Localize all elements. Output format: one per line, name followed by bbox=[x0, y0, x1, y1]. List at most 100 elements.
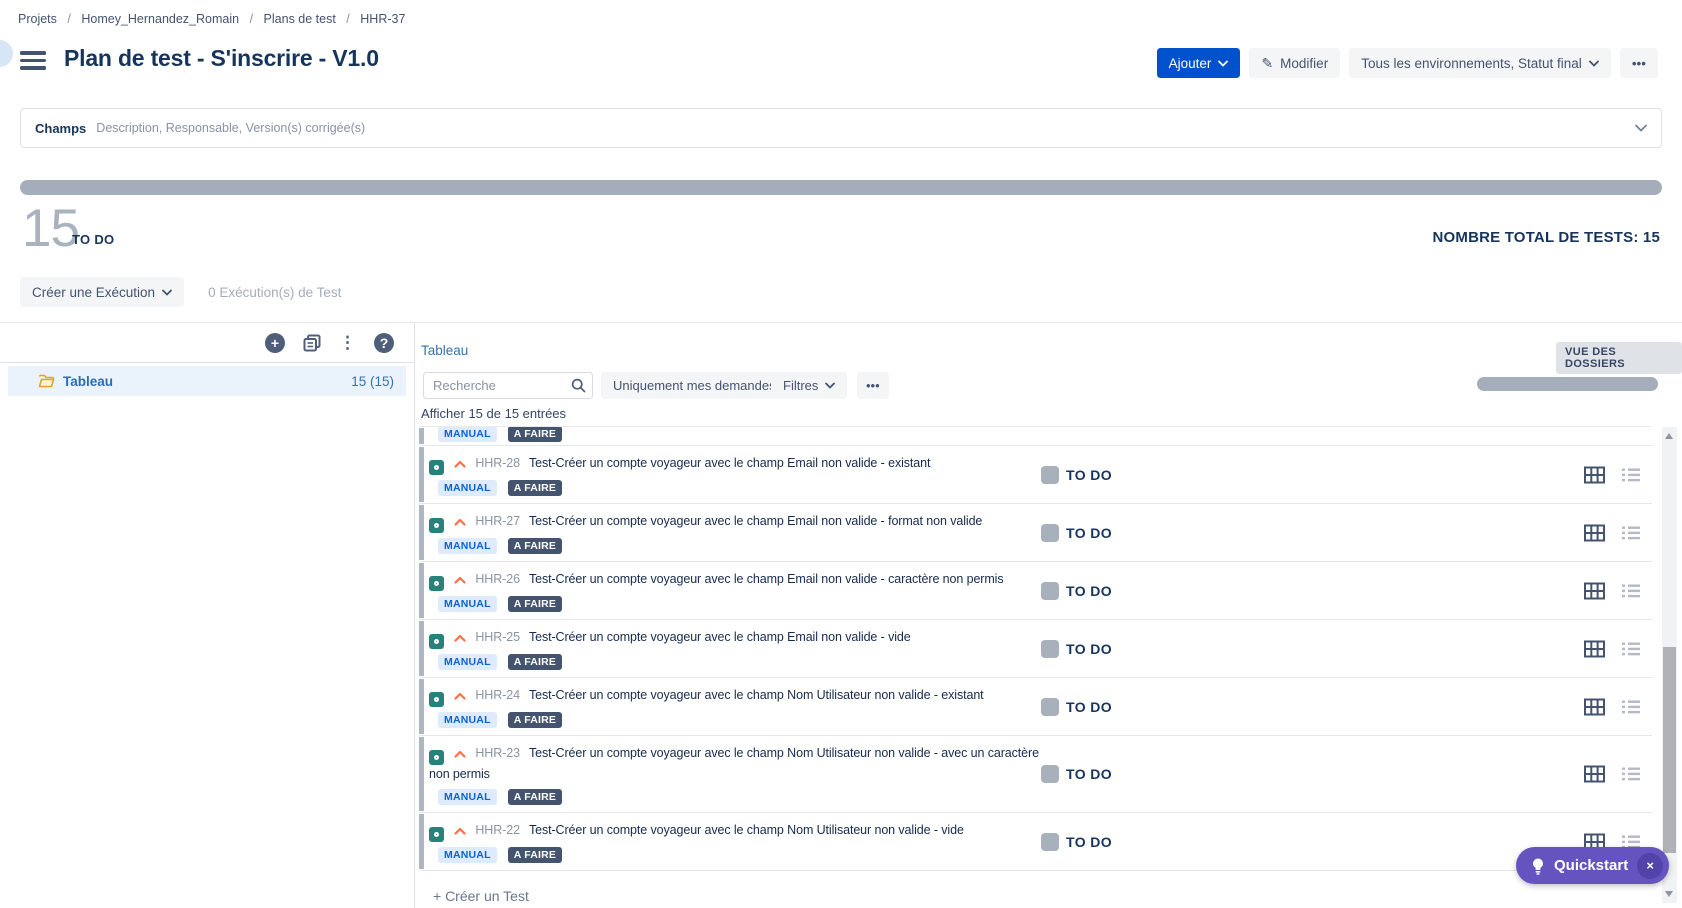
test-steps-list-icon[interactable] bbox=[1622, 699, 1640, 714]
test-status-progress-bar bbox=[20, 180, 1662, 195]
add-folder-icon[interactable]: + bbox=[265, 333, 285, 353]
fields-panel-toggle[interactable]: Champs Description, Responsable, Version… bbox=[20, 108, 1662, 148]
table-row[interactable]: HHR-22 Test-Créer un compte voyageur avec… bbox=[419, 813, 1652, 871]
table-row[interactable]: HHR-28 Test-Créer un compte voyageur avec… bbox=[419, 446, 1652, 504]
table-row-partial[interactable]: MANUAL A FAIRE bbox=[419, 427, 1652, 446]
environments-filter-button[interactable]: Tous les environnements, Statut final bbox=[1349, 48, 1611, 78]
folder-icon bbox=[38, 374, 55, 388]
header-more-button[interactable]: ••• bbox=[1620, 48, 1658, 78]
badge-line: MANUAL A FAIRE bbox=[438, 480, 1472, 496]
executions-row: Créer une Exécution 0 Exécution(s) de Te… bbox=[20, 277, 341, 307]
sidebar-toolbar: + ⋮ ? bbox=[0, 323, 414, 363]
scrollbar-thumb[interactable] bbox=[1663, 647, 1676, 853]
filters-button[interactable]: Filtres bbox=[771, 372, 847, 399]
row-actions bbox=[1584, 640, 1640, 657]
test-summary-line: HHR-23Test-Créer un compte voyageur avec… bbox=[429, 744, 1049, 784]
panel-more-button[interactable]: ••• bbox=[857, 372, 889, 399]
table-row[interactable]: HHR-26 Test-Créer un compte voyageur avec… bbox=[419, 562, 1652, 620]
entries-info: Afficher 15 de 15 entrées bbox=[421, 406, 566, 421]
test-details-grid-icon[interactable] bbox=[1584, 466, 1605, 483]
badge-line: MANUAL A FAIRE bbox=[438, 847, 1472, 863]
todo-count-label: TO DO bbox=[72, 232, 114, 247]
search-input[interactable] bbox=[423, 372, 593, 399]
test-key[interactable]: HHR-28 bbox=[475, 456, 520, 470]
scroll-down-arrow-icon[interactable] bbox=[1665, 891, 1673, 897]
test-details-grid-icon[interactable] bbox=[1584, 640, 1605, 657]
badge-line: MANUAL A FAIRE bbox=[438, 654, 1472, 670]
priority-high-icon bbox=[454, 692, 466, 700]
table-row[interactable]: HHR-23Test-Créer un compte voyageur avec… bbox=[419, 736, 1652, 813]
test-key[interactable]: HHR-25 bbox=[475, 630, 520, 644]
chevron-down-icon[interactable] bbox=[1635, 119, 1647, 137]
menu-hamburger-icon[interactable] bbox=[20, 51, 46, 70]
status-label: TO DO bbox=[1066, 525, 1112, 541]
status-icon bbox=[1041, 466, 1059, 484]
status-icon bbox=[1041, 833, 1059, 851]
edit-button[interactable]: ✎ Modifier bbox=[1249, 48, 1340, 78]
kebab-menu-icon[interactable]: ⋮ bbox=[339, 334, 356, 351]
priority-high-icon bbox=[454, 576, 466, 584]
manual-test-icon bbox=[429, 460, 444, 475]
a-faire-badge: A FAIRE bbox=[508, 480, 562, 496]
folder-name: Tableau bbox=[63, 374, 351, 389]
status-icon bbox=[1041, 765, 1059, 783]
test-summary[interactable]: Test-Créer un compte voyageur avec le ch… bbox=[529, 572, 1004, 586]
test-key[interactable]: HHR-23 bbox=[475, 746, 520, 760]
create-test-link[interactable]: + Créer un Test bbox=[419, 871, 1652, 904]
manual-badge: MANUAL bbox=[438, 712, 497, 728]
chevron-down-icon bbox=[162, 289, 172, 296]
breadcrumb-project[interactable]: Homey_Hernandez_Romain bbox=[81, 12, 239, 26]
test-details-grid-icon[interactable] bbox=[1584, 582, 1605, 599]
table-row[interactable]: HHR-24 Test-Créer un compte voyageur avec… bbox=[419, 678, 1652, 736]
breadcrumb-test-plans[interactable]: Plans de test bbox=[264, 12, 336, 26]
folders-view-button[interactable]: VUE DES DOSSIERS bbox=[1556, 342, 1682, 374]
test-steps-list-icon[interactable] bbox=[1622, 525, 1640, 540]
test-steps-list-icon[interactable] bbox=[1622, 583, 1640, 598]
manual-badge: MANUAL bbox=[438, 427, 497, 442]
breadcrumb-issue-key[interactable]: HHR-37 bbox=[360, 12, 405, 26]
test-details-grid-icon[interactable] bbox=[1584, 698, 1605, 715]
search-icon[interactable] bbox=[571, 378, 586, 398]
quickstart-label: Quickstart bbox=[1554, 857, 1628, 874]
scroll-up-arrow-icon[interactable] bbox=[1665, 433, 1673, 439]
status-cell: TO DO bbox=[1041, 640, 1112, 658]
only-my-issues-button[interactable]: Uniquement mes demandes bbox=[601, 372, 788, 399]
manual-test-icon bbox=[429, 518, 444, 533]
test-details-grid-icon[interactable] bbox=[1584, 524, 1605, 541]
a-faire-badge: A FAIRE bbox=[508, 596, 562, 612]
test-details-grid-icon[interactable] bbox=[1584, 766, 1605, 783]
close-icon[interactable]: × bbox=[1637, 853, 1663, 879]
test-summary[interactable]: Test-Créer un compte voyageur avec le ch… bbox=[529, 630, 911, 644]
create-execution-button[interactable]: Créer une Exécution bbox=[20, 277, 184, 307]
header-actions: Ajouter ✎ Modifier Tous les environnemen… bbox=[1157, 48, 1658, 78]
status-icon bbox=[1041, 640, 1059, 658]
test-steps-list-icon[interactable] bbox=[1622, 641, 1640, 656]
breadcrumb-projects[interactable]: Projets bbox=[18, 12, 57, 26]
help-circle-icon[interactable]: ? bbox=[374, 333, 394, 353]
todo-count: 15 bbox=[22, 198, 79, 259]
test-steps-list-icon[interactable] bbox=[1622, 767, 1640, 782]
test-summary[interactable]: Test-Créer un compte voyageur avec le ch… bbox=[529, 823, 964, 837]
quickstart-button[interactable]: Quickstart × bbox=[1516, 847, 1669, 884]
test-summary[interactable]: Test-Créer un compte voyageur avec le ch… bbox=[529, 456, 930, 470]
test-key[interactable]: HHR-26 bbox=[475, 572, 520, 586]
status-cell: TO DO bbox=[1041, 582, 1112, 600]
test-key[interactable]: HHR-24 bbox=[475, 688, 520, 702]
test-steps-list-icon[interactable] bbox=[1622, 467, 1640, 482]
status-icon bbox=[1041, 524, 1059, 542]
duplicate-icon[interactable] bbox=[303, 334, 321, 352]
test-summary-line: HHR-24 Test-Créer un compte voyageur avec… bbox=[429, 686, 1049, 707]
test-key[interactable]: HHR-22 bbox=[475, 823, 520, 837]
test-key[interactable]: HHR-27 bbox=[475, 514, 520, 528]
table-row[interactable]: HHR-27 Test-Créer un compte voyageur avec… bbox=[419, 504, 1652, 562]
xray-test-plan-page: Projets / Homey_Hernandez_Romain / Plans… bbox=[0, 0, 1682, 908]
add-button[interactable]: Ajouter bbox=[1157, 48, 1241, 78]
badge-line: MANUAL A FAIRE bbox=[438, 596, 1472, 612]
manual-badge: MANUAL bbox=[438, 596, 497, 612]
test-summary[interactable]: Test-Créer un compte voyageur avec le ch… bbox=[529, 514, 982, 528]
a-faire-badge: A FAIRE bbox=[508, 712, 562, 728]
table-row[interactable]: HHR-25 Test-Créer un compte voyageur avec… bbox=[419, 620, 1652, 678]
test-summary[interactable]: Test-Créer un compte voyageur avec le ch… bbox=[429, 746, 1039, 781]
test-summary[interactable]: Test-Créer un compte voyageur avec le ch… bbox=[529, 688, 984, 702]
sidebar-folder-tableau[interactable]: Tableau 15 (15) bbox=[8, 366, 406, 396]
